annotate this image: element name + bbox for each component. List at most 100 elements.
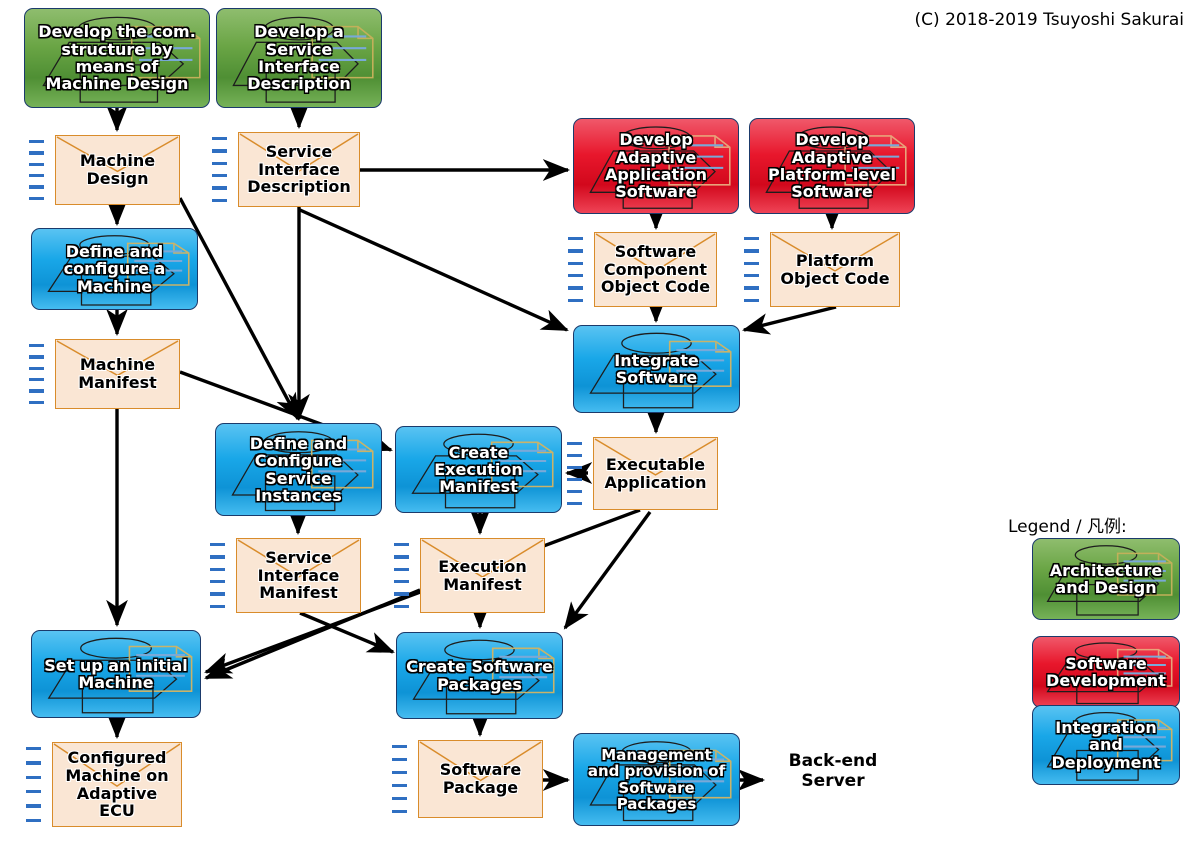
artifact-dash — [29, 140, 44, 144]
legend-title: Legend / 凡例: — [1008, 517, 1127, 537]
activity-node-develop-a-service-interface-description[interactable]: Develop a Service Interface Description — [216, 8, 382, 108]
activity-node-develop-adaptive-application-software[interactable]: Develop Adaptive Application Software — [573, 118, 739, 214]
artifact-node-service-interface-description[interactable]: Service Interface Description — [238, 132, 360, 207]
artifact-dash — [29, 196, 44, 200]
artifact-dash — [394, 567, 409, 571]
activity-node-set-up-an-initial-machine[interactable]: Set up an initial Machine — [31, 630, 201, 718]
artifact-dash — [210, 604, 225, 608]
activity-node-develop-adaptive-platform-level-software[interactable]: Develop Adaptive Platform-level Software — [749, 118, 915, 214]
activity-node-define-and-configure-a-machine[interactable]: Define and configure a Machine — [31, 228, 198, 310]
artifact-dash — [29, 151, 44, 155]
node-label: Platform Object Code — [780, 250, 890, 288]
artifact-dash — [744, 261, 759, 265]
artifact-dash — [26, 761, 41, 765]
artifact-dash — [394, 580, 409, 584]
artifact-dash-column — [567, 442, 582, 505]
artifact-dash — [210, 543, 225, 547]
artifact-dash-column — [29, 344, 44, 404]
artifact-dash — [568, 237, 583, 241]
artifact-node-executable-application[interactable]: Executable Application — [593, 437, 718, 510]
legend-swatch-label: Integration and Deployment — [1051, 718, 1161, 772]
artifact-dash — [567, 477, 582, 482]
node-label: Develop the com. structure by means of Mach… — [38, 22, 196, 94]
node-label: Service Interface Description — [247, 142, 351, 197]
node-label: Configured Machine on Adaptive ECU — [65, 748, 169, 821]
artifact-dash — [392, 745, 407, 749]
node-label: Execution Manifest — [438, 556, 527, 594]
artifact-dash — [212, 161, 227, 165]
node-label: Integrate Software — [614, 350, 699, 387]
activity-node-integrate-software[interactable]: Integrate Software — [573, 325, 740, 413]
artifact-dash — [394, 604, 409, 608]
artifact-dash — [744, 298, 759, 302]
artifact-node-machine-manifest[interactable]: Machine Manifest — [55, 339, 180, 409]
edge-n3-to-n12 — [178, 197, 300, 421]
artifact-dash — [26, 804, 41, 808]
artifact-dash — [394, 592, 409, 596]
edge-n8-to-n11 — [742, 305, 837, 335]
artifact-node-software-component-object-code[interactable]: Software Component Object Code — [594, 232, 717, 307]
artifact-dash — [567, 489, 582, 493]
artifact-node-configured-machine-on-adaptive-ecu[interactable]: Configured Machine on Adaptive ECU — [52, 742, 182, 827]
text-node-back-end-server: Back-end Server — [768, 751, 898, 802]
artifact-dash — [29, 162, 44, 166]
artifact-node-machine-design[interactable]: Machine Design — [55, 135, 180, 205]
artifact-dash — [392, 809, 407, 813]
artifact-dash — [392, 757, 407, 762]
activity-node-develop-the-com-structure-by-means-of-machine-[interactable]: Develop the com. structure by means of Mach… — [24, 8, 210, 108]
activity-node-define-and-configure-service-instances[interactable]: Define and Configure Service Instances — [215, 423, 382, 516]
artifact-dash — [29, 400, 44, 404]
artifact-dash — [212, 149, 227, 153]
artifact-dash — [568, 249, 583, 253]
artifact-dash — [212, 198, 227, 202]
node-label: Develop Adaptive Application Software — [604, 130, 708, 202]
artifact-dash-column — [744, 237, 759, 302]
artifact-dash — [210, 592, 225, 596]
artifact-dash — [392, 796, 407, 800]
node-label: Define and Configure Service Instances — [249, 433, 348, 505]
artifact-dash-column — [210, 543, 225, 608]
artifact-node-software-package[interactable]: Software Package — [418, 740, 543, 818]
artifact-node-platform-object-code[interactable]: Platform Object Code — [770, 232, 900, 307]
node-label: Create Execution Manifest — [434, 442, 523, 497]
node-label: Machine Manifest — [78, 355, 157, 392]
artifact-dash — [29, 366, 44, 370]
artifact-dash — [744, 249, 759, 253]
artifact-dash — [567, 501, 582, 505]
activity-node-create-software-packages[interactable]: Create Software Packages — [396, 632, 563, 719]
artifact-dash — [29, 355, 44, 359]
node-label: Back-end Server — [788, 751, 878, 791]
artifact-dash — [26, 790, 41, 794]
artifact-dash — [210, 580, 225, 584]
node-label: Set up an initial Machine — [44, 655, 188, 692]
copyright-notice: (C) 2018-2019 Tsuyoshi Sakurai — [914, 10, 1184, 30]
activity-node-management-and-provision-of-software-packages[interactable]: Management and provision of Software Packag… — [573, 733, 740, 826]
legend-swatch-label: Architecture and Design — [1049, 560, 1163, 597]
node-label: Management and provision of Software Packag… — [587, 746, 726, 813]
node-label: Software Package — [439, 760, 522, 797]
artifact-dash — [394, 555, 409, 559]
artifact-node-service-interface-manifest[interactable]: Service Interface Manifest — [236, 538, 361, 613]
artifact-dash — [744, 286, 759, 290]
node-label: Develop a Service Interface Description — [247, 22, 351, 94]
node-label: Develop Adaptive Platform-level Software — [768, 130, 896, 202]
artifact-dash — [567, 465, 582, 470]
artifact-dash — [567, 453, 582, 458]
artifact-node-execution-manifest[interactable]: Execution Manifest — [420, 538, 545, 613]
artifact-dash-column — [29, 140, 44, 200]
activity-node-create-execution-manifest[interactable]: Create Execution Manifest — [395, 426, 562, 513]
artifact-dash — [29, 378, 44, 382]
artifact-dash — [26, 747, 41, 751]
artifact-dash — [212, 174, 227, 178]
artifact-dash — [212, 137, 227, 141]
artifact-dash-column — [212, 137, 227, 202]
node-label: Machine Design — [79, 151, 156, 188]
artifact-dash — [210, 555, 225, 559]
artifact-dash — [29, 174, 44, 178]
diagram-canvas: Develop the com. structure by means of Mach… — [0, 0, 1200, 844]
legend-swatch-label: Software Development — [1046, 653, 1166, 690]
artifact-dash — [392, 783, 407, 788]
artifact-dash — [568, 298, 583, 302]
artifact-dash-column — [26, 747, 41, 822]
legend-swatch-0: Architecture and Design — [1032, 538, 1180, 620]
